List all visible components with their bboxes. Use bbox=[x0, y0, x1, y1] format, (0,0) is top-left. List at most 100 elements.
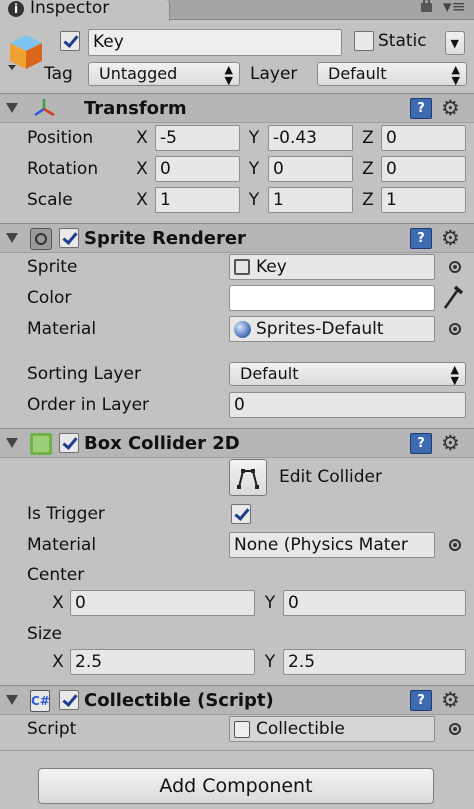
static-label: Static bbox=[378, 31, 427, 51]
gameobject-active-checkbox[interactable] bbox=[60, 31, 80, 51]
foldout-arrow-icon[interactable] bbox=[6, 233, 18, 243]
eyedropper-icon[interactable] bbox=[442, 283, 464, 311]
material-field[interactable]: Sprites-Default bbox=[229, 316, 435, 342]
info-icon: i bbox=[8, 1, 24, 17]
updown-arrows-icon: ▲ ▼ bbox=[451, 63, 460, 87]
axis-y-label: Y bbox=[248, 159, 260, 179]
axis-y-label: Y bbox=[264, 593, 276, 613]
edit-collider-button[interactable] bbox=[229, 459, 267, 496]
script-value: Collectible bbox=[256, 719, 345, 739]
updown-arrows-icon: ▲ ▼ bbox=[450, 363, 459, 387]
position-x-field[interactable]: -5 bbox=[155, 125, 240, 151]
tag-label: Tag bbox=[44, 64, 73, 84]
script-asset-icon bbox=[234, 721, 250, 738]
position-y-field[interactable]: -0.43 bbox=[268, 125, 353, 151]
center-label: Center bbox=[27, 565, 85, 585]
axis-y-label: Y bbox=[248, 128, 260, 148]
box-collider-enabled-checkbox[interactable] bbox=[59, 433, 79, 453]
is-trigger-checkbox[interactable] bbox=[231, 504, 251, 524]
transform-icon bbox=[32, 97, 56, 119]
object-picker-icon[interactable] bbox=[449, 323, 461, 335]
add-component-label: Add Component bbox=[159, 775, 313, 797]
size-label: Size bbox=[27, 624, 62, 644]
material-value: Sprites-Default bbox=[256, 319, 384, 339]
layer-value: Default bbox=[328, 64, 387, 83]
is-trigger-label: Is Trigger bbox=[27, 504, 105, 524]
sprite-field[interactable]: Key bbox=[229, 254, 435, 280]
position-label: Position bbox=[27, 128, 94, 148]
add-component-button[interactable]: Add Component bbox=[38, 768, 434, 804]
rotation-label: Rotation bbox=[27, 159, 99, 179]
rotation-y-field[interactable]: 0 bbox=[268, 156, 353, 182]
sprite-label: Sprite bbox=[27, 257, 78, 277]
axis-x-label: X bbox=[136, 128, 148, 148]
layer-label: Layer bbox=[250, 64, 298, 84]
help-icon[interactable]: ? bbox=[410, 433, 432, 454]
object-picker-icon[interactable] bbox=[449, 539, 461, 551]
box-collider-header[interactable]: Box Collider 2D ? ⚙ bbox=[0, 428, 474, 458]
gear-icon[interactable]: ⚙ bbox=[441, 430, 460, 456]
rotation-z-field[interactable]: 0 bbox=[381, 156, 466, 182]
collectible-enabled-checkbox[interactable] bbox=[59, 690, 79, 710]
edit-collider-label: Edit Collider bbox=[279, 467, 383, 487]
color-label: Color bbox=[27, 288, 72, 308]
foldout-arrow-icon[interactable] bbox=[6, 438, 18, 448]
size-y-field[interactable]: 2.5 bbox=[283, 649, 466, 675]
center-x-field[interactable]: 0 bbox=[70, 590, 255, 616]
static-checkbox[interactable] bbox=[354, 31, 374, 51]
order-in-layer-field[interactable]: 0 bbox=[229, 392, 466, 418]
size-x-field[interactable]: 2.5 bbox=[70, 649, 255, 675]
layer-dropdown[interactable]: Default ▲ ▼ bbox=[317, 62, 467, 86]
gear-icon[interactable]: ⚙ bbox=[441, 95, 460, 121]
object-picker-icon[interactable] bbox=[449, 261, 461, 273]
axis-x-label: X bbox=[52, 652, 64, 672]
axis-x-label: X bbox=[136, 190, 148, 210]
static-dropdown[interactable]: ▼ bbox=[445, 31, 465, 55]
foldout-arrow-icon[interactable] bbox=[6, 103, 18, 113]
object-picker-icon[interactable] bbox=[449, 723, 461, 735]
rotation-x-field[interactable]: 0 bbox=[155, 156, 240, 182]
order-in-layer-label: Order in Layer bbox=[27, 395, 150, 415]
help-icon[interactable]: ? bbox=[410, 98, 432, 119]
divider bbox=[0, 750, 474, 751]
gameobject-name-field[interactable]: Key bbox=[88, 29, 342, 56]
tab-title: Inspector bbox=[30, 0, 110, 18]
gear-icon[interactable]: ⚙ bbox=[441, 225, 460, 251]
scale-y-field[interactable]: 1 bbox=[268, 187, 353, 213]
collider-material-field[interactable]: None (Physics Mater bbox=[229, 532, 435, 558]
color-field[interactable] bbox=[229, 285, 435, 311]
sorting-layer-label: Sorting Layer bbox=[27, 364, 141, 384]
axis-y-label: Y bbox=[264, 652, 276, 672]
sprite-renderer-title: Sprite Renderer bbox=[84, 228, 246, 249]
box-collider-title: Box Collider 2D bbox=[84, 433, 240, 454]
collectible-header[interactable]: C# Collectible (Script) ? ⚙ bbox=[0, 685, 474, 715]
position-z-field[interactable]: 0 bbox=[381, 125, 466, 151]
axis-y-label: Y bbox=[248, 190, 260, 210]
collectible-title: Collectible (Script) bbox=[84, 690, 274, 711]
material-sphere-icon bbox=[234, 321, 251, 338]
material-label: Material bbox=[27, 319, 97, 339]
transform-header[interactable]: Transform ? ⚙ bbox=[0, 93, 474, 123]
sprite-asset-icon bbox=[234, 259, 250, 275]
menu-icon[interactable]: ▾≡ bbox=[443, 0, 466, 17]
lock-shackle-icon bbox=[423, 0, 430, 5]
tag-dropdown[interactable]: Untagged ▲ ▼ bbox=[88, 62, 240, 86]
sprite-renderer-icon bbox=[30, 228, 52, 250]
sorting-layer-dropdown[interactable]: Default ▲ ▼ bbox=[229, 362, 466, 386]
tab-inspector[interactable]: i Inspector bbox=[0, 0, 170, 21]
script-label: Script bbox=[27, 719, 77, 739]
script-field[interactable]: Collectible bbox=[229, 716, 435, 742]
axis-z-label: Z bbox=[362, 190, 374, 210]
gear-icon[interactable]: ⚙ bbox=[441, 687, 460, 713]
sprite-renderer-header[interactable]: Sprite Renderer ? ⚙ bbox=[0, 223, 474, 253]
scale-x-field[interactable]: 1 bbox=[155, 187, 240, 213]
sprite-renderer-enabled-checkbox[interactable] bbox=[59, 228, 79, 248]
edit-collider-icon bbox=[235, 465, 261, 496]
scale-z-field[interactable]: 1 bbox=[381, 187, 466, 213]
scale-label: Scale bbox=[27, 190, 73, 210]
foldout-arrow-icon[interactable] bbox=[6, 695, 18, 705]
axis-z-label: Z bbox=[362, 159, 374, 179]
help-icon[interactable]: ? bbox=[410, 228, 432, 249]
center-y-field[interactable]: 0 bbox=[283, 590, 466, 616]
help-icon[interactable]: ? bbox=[410, 690, 432, 711]
